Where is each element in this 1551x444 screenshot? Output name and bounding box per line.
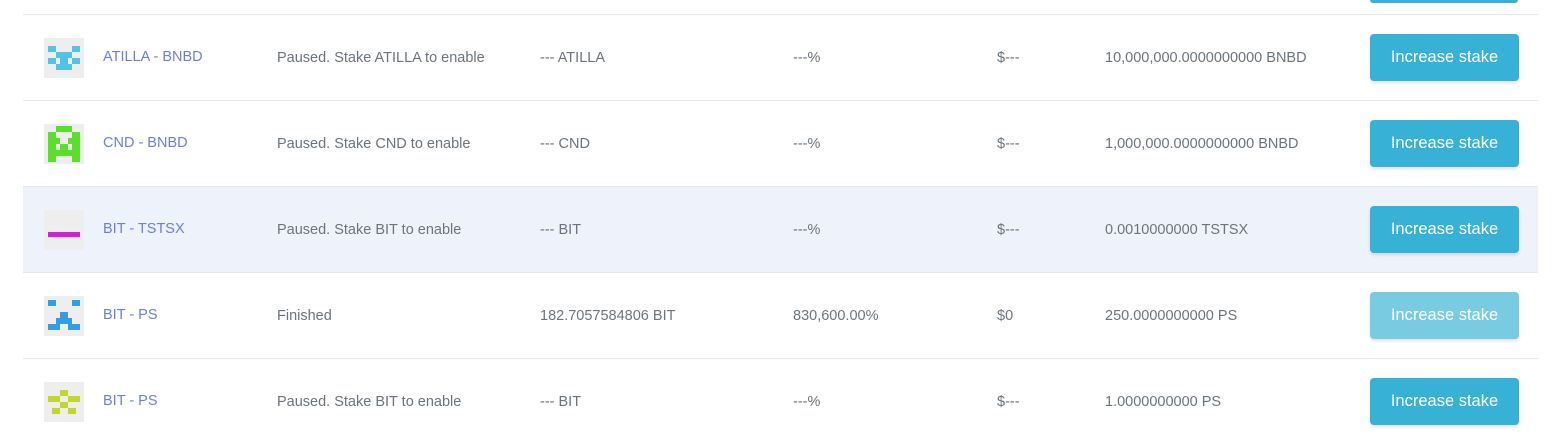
total-staked: 1,000,000.0000000000 BNBD — [1105, 135, 1299, 152]
apr-value: ---% — [793, 49, 821, 66]
action-cell: Increase stake — [1370, 187, 1519, 272]
earned-amount: --- ATILLA — [540, 49, 605, 66]
previous-row-edge — [23, 0, 1538, 15]
token-icon-cell — [44, 101, 84, 186]
action-cell: Increase stake — [1370, 101, 1519, 186]
pool-pair-link[interactable]: ATILLA - BNBD — [103, 14, 203, 99]
usd-value: $--- — [997, 221, 1020, 238]
pool-pair-link[interactable]: BIT - PS — [103, 358, 158, 443]
pool-status: Paused. Stake ATILLA to enable — [277, 49, 485, 66]
cnd-token-icon — [44, 123, 84, 164]
previous-row-button-edge[interactable] — [1370, 0, 1518, 3]
pool-pair-link[interactable]: BIT - TSTSX — [103, 186, 185, 271]
pool-status: Paused. Stake BIT to enable — [277, 221, 462, 238]
earned-amount: --- BIT — [540, 221, 582, 238]
staking-pools-table: ATILLA - BNBD Paused. Stake ATILLA to en… — [23, 0, 1538, 444]
table-row: BIT - TSTSX Paused. Stake BIT to enable … — [23, 187, 1538, 273]
pool-status: Finished — [277, 307, 332, 324]
increase-stake-button-disabled: Increase stake — [1370, 292, 1519, 339]
action-cell: Increase stake — [1370, 15, 1519, 100]
earned-amount: --- CND — [540, 135, 590, 152]
total-staked: 10,000,000.0000000000 BNBD — [1105, 49, 1307, 66]
table-row: ATILLA - BNBD Paused. Stake ATILLA to en… — [23, 15, 1538, 101]
token-icon-cell — [44, 15, 84, 100]
pool-status: Paused. Stake BIT to enable — [277, 393, 462, 410]
token-icon-cell — [44, 273, 84, 358]
table-row: BIT - PS Paused. Stake BIT to enable ---… — [23, 359, 1538, 444]
earned-amount: --- BIT — [540, 393, 582, 410]
pool-pair-link[interactable]: BIT - PS — [103, 272, 158, 357]
apr-value: ---% — [793, 393, 821, 410]
increase-stake-button[interactable]: Increase stake — [1370, 34, 1519, 81]
usd-value: $0 — [997, 307, 1014, 324]
earned-amount: 182.7057584806 BIT — [540, 307, 676, 324]
increase-stake-button[interactable]: Increase stake — [1370, 120, 1519, 167]
apr-value: ---% — [793, 135, 821, 152]
pool-status: Paused. Stake CND to enable — [277, 135, 471, 152]
bit-token-icon — [44, 381, 84, 422]
table-row: BIT - PS Finished 182.7057584806 BIT 830… — [23, 273, 1538, 359]
bit-token-icon — [44, 209, 84, 250]
action-cell: Increase stake — [1370, 359, 1519, 444]
apr-value: 830,600.00% — [793, 307, 879, 324]
token-icon-cell — [44, 187, 84, 272]
increase-stake-button[interactable]: Increase stake — [1370, 378, 1519, 425]
bit-token-icon — [44, 295, 84, 336]
total-staked: 1.0000000000 PS — [1105, 393, 1222, 410]
increase-stake-button[interactable]: Increase stake — [1370, 206, 1519, 253]
table-row: CND - BNBD Paused. Stake CND to enable -… — [23, 101, 1538, 187]
total-staked: 0.0010000000 TSTSX — [1105, 221, 1249, 238]
token-icon-cell — [44, 359, 84, 444]
action-cell: Increase stake — [1370, 273, 1519, 358]
usd-value: $--- — [997, 393, 1020, 410]
usd-value: $--- — [997, 135, 1020, 152]
total-staked: 250.0000000000 PS — [1105, 307, 1238, 324]
apr-value: ---% — [793, 221, 821, 238]
pool-pair-link[interactable]: CND - BNBD — [103, 100, 188, 185]
usd-value: $--- — [997, 49, 1020, 66]
atilla-token-icon — [44, 37, 84, 78]
